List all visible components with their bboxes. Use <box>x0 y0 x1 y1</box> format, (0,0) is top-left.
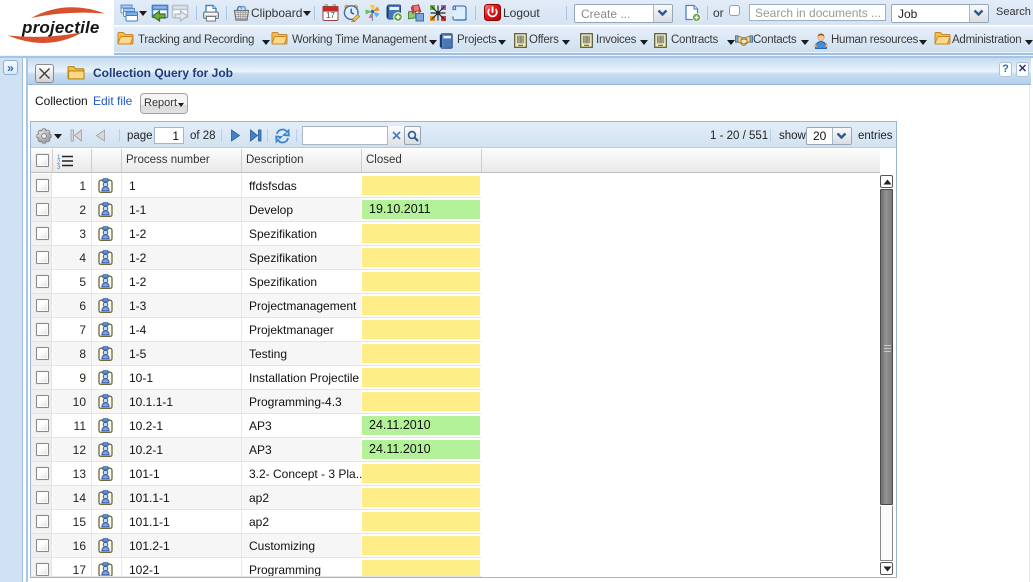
svg-text:projectile: projectile <box>21 18 100 37</box>
svg-text:17: 17 <box>326 11 335 20</box>
svg-text:3: 3 <box>57 165 61 169</box>
